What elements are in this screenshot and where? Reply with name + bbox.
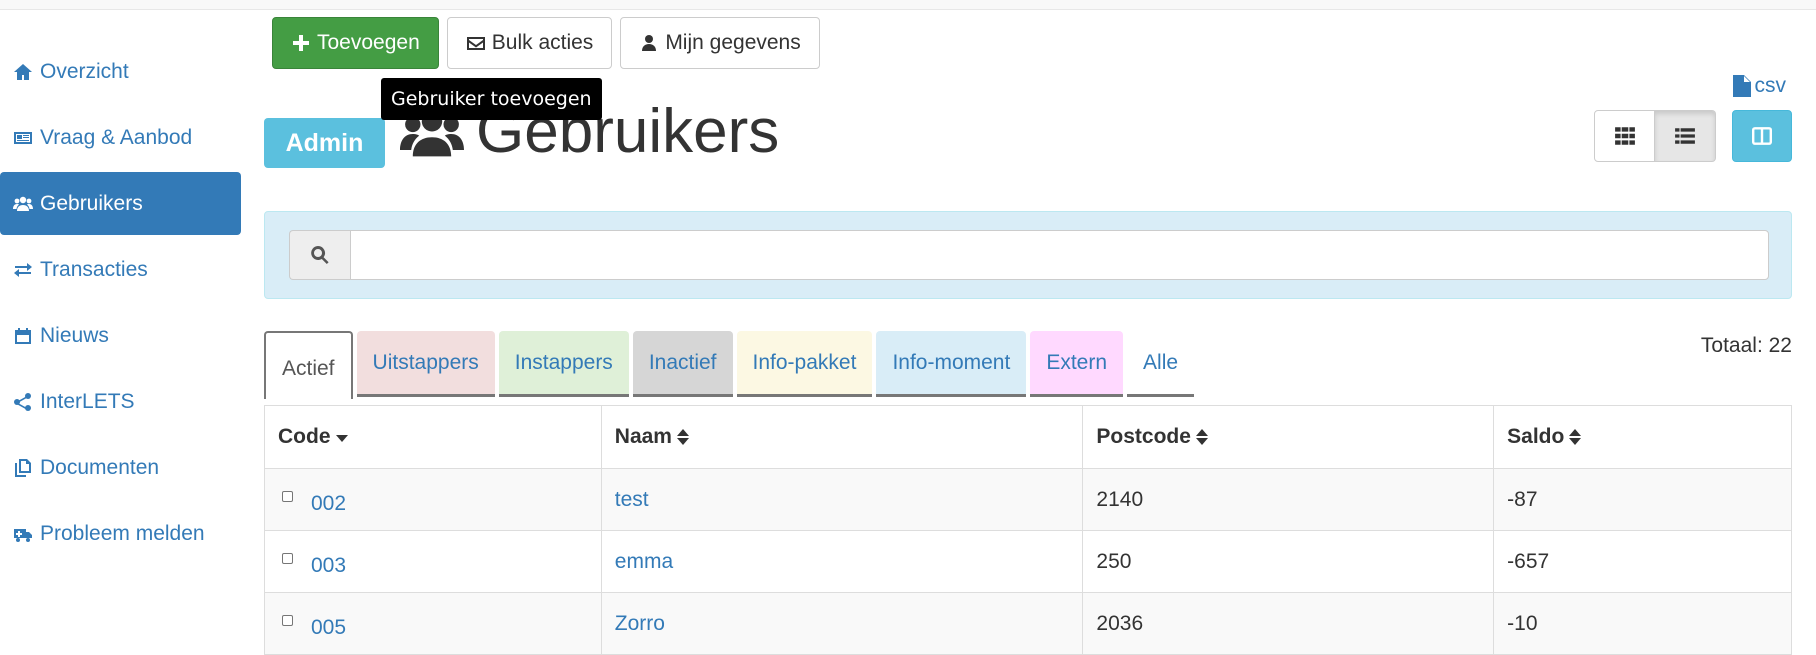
column-header-naam[interactable]: Naam xyxy=(600,405,1084,469)
view-toggle xyxy=(1594,110,1716,162)
columns-icon xyxy=(1751,127,1773,145)
sort-desc-icon xyxy=(335,427,349,447)
users-icon xyxy=(12,193,34,215)
home-icon xyxy=(12,61,34,83)
envelope-icon xyxy=(466,37,485,50)
sidebar-item-nieuws[interactable]: Nieuws xyxy=(0,304,241,367)
admin-badge: Admin xyxy=(264,118,385,168)
user-code-link[interactable]: 005 xyxy=(311,616,346,640)
calendar-icon xyxy=(12,325,34,347)
saldo-cell: -657 xyxy=(1493,530,1792,593)
sidebar-item-overzicht[interactable]: Overzicht xyxy=(0,40,241,103)
total-count: Totaal: 22 xyxy=(1700,334,1792,357)
sidebar-item-interlets[interactable]: InterLETS xyxy=(0,370,241,433)
users-table: Code Naam Postcode Saldo 002 test 2140 -… xyxy=(264,405,1792,655)
csv-label: csv xyxy=(1754,74,1787,97)
share-icon xyxy=(12,391,34,413)
user-icon xyxy=(642,35,657,51)
sidebar-item-label: Overzicht xyxy=(40,59,129,83)
search-addon xyxy=(289,230,350,280)
sidebar-item-label: Documenten xyxy=(40,455,160,479)
column-header-saldo[interactable]: Saldo xyxy=(1493,405,1792,469)
row-checkbox[interactable] xyxy=(282,615,293,626)
sidebar-item-gebruikers[interactable]: Gebruikers xyxy=(0,172,241,235)
postcode-cell: 250 xyxy=(1082,530,1495,593)
sidebar-item-label: Nieuws xyxy=(40,323,109,347)
postcode-cell: 2140 xyxy=(1082,468,1495,531)
tab-alle[interactable]: Alle xyxy=(1127,331,1195,397)
search-group xyxy=(289,230,1769,280)
add-user-button[interactable]: Toevoegen xyxy=(272,17,439,69)
sort-icon xyxy=(676,427,690,447)
action-toolbar: Toevoegen Bulk acties Mijn gegevens xyxy=(272,17,820,69)
sidebar-item-label: Transacties xyxy=(40,257,148,281)
sidebar-item-documenten[interactable]: Documenten xyxy=(0,436,241,499)
column-header-postcode[interactable]: Postcode xyxy=(1082,405,1495,469)
saldo-cell: -10 xyxy=(1493,592,1792,655)
users-table-wrapper: Code Naam Postcode Saldo 002 test 2140 -… xyxy=(264,405,1792,655)
profile-button-label: Mijn gegevens xyxy=(665,31,801,54)
sidebar-item-transacties[interactable]: Transacties xyxy=(0,238,241,301)
user-code-link[interactable]: 002 xyxy=(311,492,346,516)
sidebar-item-probleem-melden[interactable]: Probleem melden xyxy=(0,502,241,565)
search-input[interactable] xyxy=(350,230,1769,280)
tab-uitstappers[interactable]: Uitstappers xyxy=(356,331,495,397)
exchange-icon xyxy=(12,259,34,281)
column-header-code[interactable]: Code xyxy=(264,405,602,469)
bulk-actions-button[interactable]: Bulk acties xyxy=(446,17,613,69)
search-icon xyxy=(311,246,329,264)
user-code-link[interactable]: 003 xyxy=(311,554,346,578)
tab-info-pakket[interactable]: Info-pakket xyxy=(736,331,873,397)
plus-icon xyxy=(293,35,309,51)
sort-icon xyxy=(1195,427,1209,447)
top-navbar xyxy=(0,0,1816,10)
file-icon xyxy=(1732,75,1751,97)
saldo-cell: -87 xyxy=(1493,468,1792,531)
user-name-link[interactable]: test xyxy=(615,488,649,511)
newspaper-icon xyxy=(12,127,34,149)
sidebar: Overzicht Vraag & Aanbod Gebruikers Tran… xyxy=(0,40,241,568)
sidebar-item-vraag-aanbod[interactable]: Vraag & Aanbod xyxy=(0,106,241,169)
row-checkbox[interactable] xyxy=(282,491,293,502)
tab-instappers[interactable]: Instappers xyxy=(498,331,629,397)
files-icon xyxy=(12,457,34,479)
table-row: 002 test 2140 -87 xyxy=(264,468,1792,531)
grid-icon xyxy=(1614,127,1635,145)
filter-panel xyxy=(264,211,1792,299)
user-name-link[interactable]: emma xyxy=(615,550,673,573)
sidebar-item-label: InterLETS xyxy=(40,389,135,413)
sidebar-item-label: Gebruikers xyxy=(40,191,143,215)
tab-extern[interactable]: Extern xyxy=(1030,331,1124,397)
tab-inactief[interactable]: Inactief xyxy=(632,331,733,397)
list-view-button[interactable] xyxy=(1655,110,1716,162)
bulk-button-label: Bulk acties xyxy=(491,31,594,54)
user-name-link[interactable]: Zorro xyxy=(615,612,665,635)
table-header-row: Code Naam Postcode Saldo xyxy=(264,405,1792,469)
list-icon xyxy=(1675,128,1695,144)
columns-toggle-button[interactable] xyxy=(1732,110,1792,162)
ambulance-icon xyxy=(12,523,34,545)
table-row: 005 Zorro 2036 -10 xyxy=(264,592,1792,655)
csv-export-link[interactable]: csv xyxy=(1732,74,1787,98)
postcode-cell: 2036 xyxy=(1082,592,1495,655)
table-row: 003 emma 250 -657 xyxy=(264,530,1792,593)
tab-info-moment[interactable]: Info-moment xyxy=(876,331,1027,397)
add-user-tooltip: Gebruiker toevoegen xyxy=(381,78,602,120)
grid-view-button[interactable] xyxy=(1594,110,1655,162)
status-tabs: Actief Uitstappers Instappers Inactief I… xyxy=(264,331,1198,399)
tab-actief[interactable]: Actief xyxy=(264,331,353,399)
sidebar-item-label: Vraag & Aanbod xyxy=(40,125,193,149)
my-profile-button[interactable]: Mijn gegevens xyxy=(620,17,820,69)
row-checkbox[interactable] xyxy=(282,553,293,564)
sort-icon xyxy=(1568,427,1582,447)
add-button-label: Toevoegen xyxy=(317,31,420,54)
sidebar-item-label: Probleem melden xyxy=(40,521,205,545)
